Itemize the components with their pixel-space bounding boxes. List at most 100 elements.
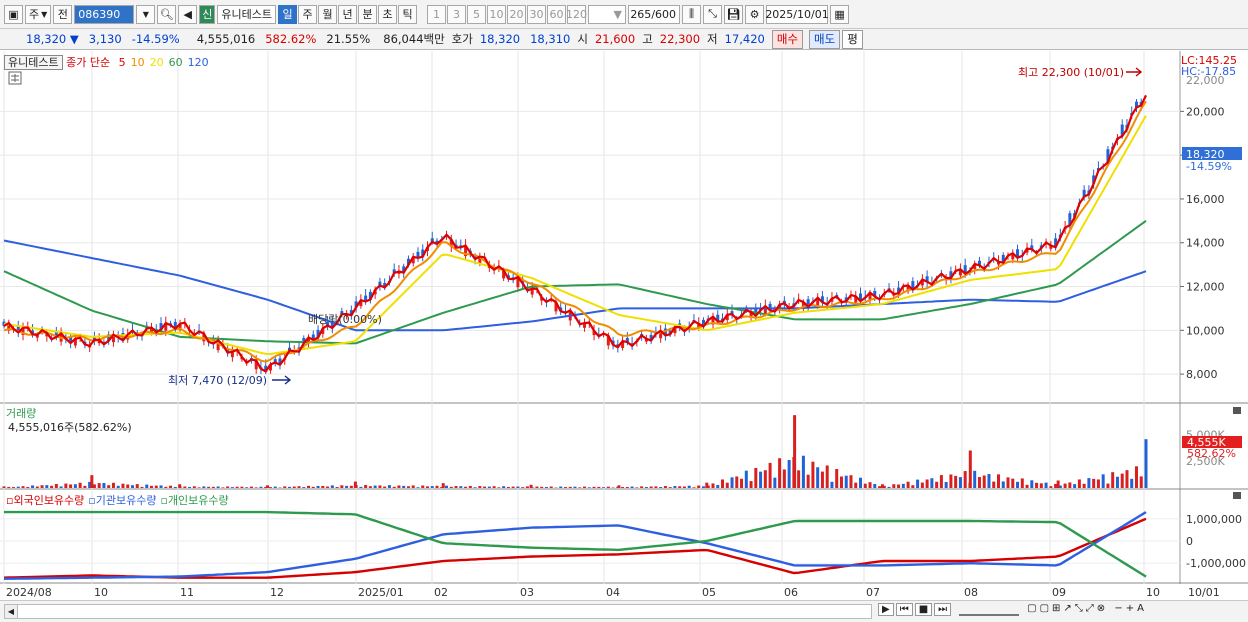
- volume-bar-peak: [969, 451, 972, 489]
- ma-legend-10: 10: [131, 56, 145, 69]
- volume-bar: [364, 485, 367, 488]
- volume-bar: [69, 484, 72, 488]
- interval-option-10[interactable]: 10: [487, 5, 506, 24]
- volume-bar: [1073, 484, 1076, 488]
- horizontal-scrollbar[interactable]: ◀: [4, 604, 872, 619]
- x-label: 04: [606, 586, 620, 599]
- period-tab-0[interactable]: 일: [278, 5, 297, 24]
- scroll-left-icon[interactable]: ◀: [5, 605, 18, 618]
- count-field[interactable]: 265/600: [628, 5, 680, 24]
- volume-bar: [155, 486, 158, 488]
- save-icon[interactable]: 💾︎: [724, 5, 743, 24]
- volume-bar: [112, 483, 115, 488]
- volume-bar: [497, 487, 500, 488]
- volume-bar: [307, 486, 310, 488]
- price-y-tick: 20,000: [1186, 105, 1225, 118]
- volume-bar: [83, 486, 86, 488]
- tool-icons[interactable]: ▢▢⊞↗⤡⤢⊗ −+A: [1027, 603, 1147, 616]
- settings-gear-icon[interactable]: ⚙: [745, 5, 764, 24]
- search-icon[interactable]: 🔍︎: [157, 5, 176, 24]
- interval-option-1[interactable]: 1: [427, 5, 446, 24]
- chart-area[interactable]: 20,00018,00016,00014,00012,00010,0008,00…: [0, 51, 1248, 601]
- volume-panel-close-icon[interactable]: [1233, 407, 1241, 414]
- interval-dropdown[interactable]: ▼: [588, 5, 626, 24]
- interval-option-3[interactable]: 3: [447, 5, 466, 24]
- volume-bar: [188, 487, 191, 488]
- volume-bar: [783, 469, 786, 488]
- interval-option-20[interactable]: 20: [507, 5, 526, 24]
- interval-option-60[interactable]: 60: [547, 5, 566, 24]
- volume-bar: [673, 486, 676, 488]
- volume-bar: [198, 487, 201, 488]
- volume-bar: [807, 475, 810, 488]
- candle-type-icon[interactable]: ⫼: [682, 5, 701, 24]
- interval-option-30[interactable]: 30: [527, 5, 546, 24]
- buy-button[interactable]: 매수: [772, 30, 803, 49]
- volume-bar: [255, 487, 258, 488]
- volume-bar: [664, 486, 667, 488]
- code-dropdown-icon[interactable]: ▼: [136, 5, 155, 24]
- chart-toolbar: ▣ 주▼ 전 086390 ▼ 🔍︎ ◀︎ 신 유니테스트 일주월년분초틱 13…: [0, 0, 1248, 29]
- volume-bar: [731, 477, 734, 488]
- volume-bar: [340, 485, 343, 488]
- speaker-icon[interactable]: ◀︎: [178, 5, 197, 24]
- fast-forward-icon[interactable]: ⏭: [934, 603, 951, 616]
- zoom-slider[interactable]: [959, 603, 1019, 616]
- interval-tabs: 13510203060120: [427, 5, 586, 24]
- legend-ma-label: 종가 단순: [66, 56, 110, 69]
- stock-code-input[interactable]: 086390: [74, 5, 134, 24]
- period-tab-4[interactable]: 분: [358, 5, 377, 24]
- volume-bar: [692, 487, 695, 488]
- rewind-icon[interactable]: ⏮: [896, 603, 913, 616]
- chart-svg[interactable]: 20,00018,00016,00014,00012,00010,0008,00…: [0, 51, 1248, 601]
- volume-bar: [312, 487, 315, 488]
- period-tab-2[interactable]: 월: [318, 5, 337, 24]
- volume-bar: [997, 474, 1000, 488]
- volume-bar: [535, 487, 538, 488]
- volume-bar: [802, 456, 805, 488]
- legend-stock-name: 유니테스트: [4, 55, 63, 70]
- volume-bar: [835, 469, 838, 488]
- volume-bar: [845, 476, 848, 488]
- calendar-icon[interactable]: ▦: [830, 5, 849, 24]
- stop-icon[interactable]: ■: [915, 603, 932, 616]
- sell-button[interactable]: 매도: [809, 30, 840, 49]
- volume-bar: [735, 476, 738, 488]
- draw-tool-icon[interactable]: ⤡: [703, 5, 722, 24]
- period-tab-5[interactable]: 초: [378, 5, 397, 24]
- volume-bar: [945, 482, 948, 488]
- volume-bar: [702, 486, 705, 488]
- volume-bar: [1087, 478, 1090, 488]
- type-select[interactable]: 주▼: [25, 5, 51, 24]
- interval-option-5[interactable]: 5: [467, 5, 486, 24]
- holdings-y-tick: -1,000,000: [1186, 557, 1246, 570]
- volume-bar: [98, 483, 101, 488]
- volume-bar: [754, 468, 757, 488]
- low-label: 저: [705, 31, 720, 47]
- volume-bar: [588, 487, 591, 488]
- window-icon[interactable]: ▣: [4, 5, 23, 24]
- period-tab-3[interactable]: 년: [338, 5, 357, 24]
- volume-bar: [207, 487, 210, 488]
- volume-bar: [131, 485, 134, 488]
- volume-bar: [407, 486, 410, 488]
- interval-option-120[interactable]: 120: [567, 5, 586, 24]
- period-tab-6[interactable]: 틱: [398, 5, 417, 24]
- down-arrow-icon: ▼: [70, 32, 79, 46]
- volume-bar: [464, 487, 467, 488]
- eval-button[interactable]: 평: [842, 30, 863, 49]
- prev-button[interactable]: 전: [53, 5, 72, 24]
- volume-bar: [150, 486, 153, 488]
- volume-bar: [907, 482, 910, 488]
- scroll-right-icon[interactable]: ▶: [878, 603, 894, 616]
- volume-bar-peak: [90, 475, 93, 488]
- volume-bar-peak: [266, 485, 269, 488]
- volume-bar: [769, 463, 772, 488]
- holdings-panel-close-icon[interactable]: [1233, 492, 1241, 499]
- volume-bar: [788, 460, 791, 488]
- ma-legend-5: 5: [119, 56, 126, 69]
- volume-bar: [1064, 484, 1067, 488]
- date-field[interactable]: 2025/10/01: [766, 5, 828, 24]
- volume-bar: [878, 486, 881, 488]
- period-tab-1[interactable]: 주: [298, 5, 317, 24]
